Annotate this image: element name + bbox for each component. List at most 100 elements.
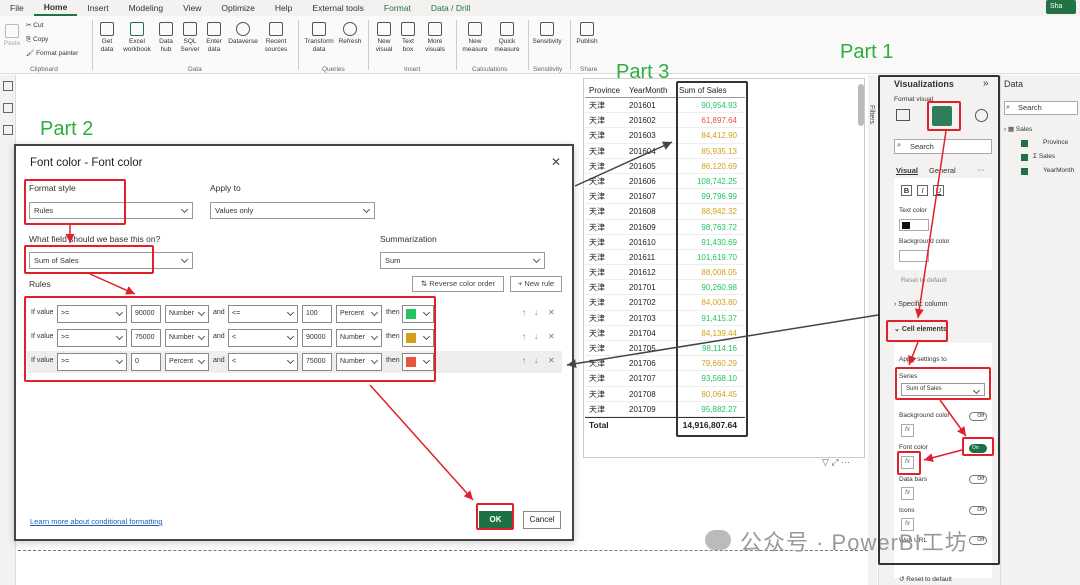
delete-rule-icon[interactable]: ✕ (548, 308, 555, 317)
new-rule-button[interactable]: + New rule (510, 276, 562, 292)
dataverse-button[interactable]: Dataverse (226, 22, 260, 46)
sql-server-button[interactable]: SQL Server (179, 22, 201, 54)
value-1-input[interactable]: 0 (131, 353, 161, 371)
menu-help[interactable]: Help (265, 3, 302, 13)
type-1-select[interactable]: Number (165, 305, 209, 323)
table-row[interactable]: 天津 201706 79,660.29 (585, 356, 745, 372)
menu-data-drill[interactable]: Data / Drill (421, 3, 481, 13)
color-picker[interactable] (402, 329, 434, 347)
checkbox-province[interactable] (1021, 140, 1028, 147)
share-button[interactable]: Sha (1046, 0, 1076, 14)
move-down-icon[interactable]: ↓ (534, 332, 538, 341)
filters-pane-collapsed[interactable]: Filters (868, 75, 877, 585)
type-2-select[interactable]: Number (336, 329, 382, 347)
column-header-yearmonth[interactable]: YearMonth (626, 84, 675, 97)
publish-button[interactable]: Publish (574, 22, 600, 46)
move-up-icon[interactable]: ↑ (522, 332, 526, 341)
reverse-color-order-button[interactable]: ⇅ Reverse color order (412, 276, 504, 292)
value-1-input[interactable]: 90000 (131, 305, 161, 323)
checkbox-yearmonth[interactable] (1021, 168, 1028, 175)
menu-external-tools[interactable]: External tools (302, 3, 374, 13)
table-view-icon[interactable] (3, 103, 13, 113)
reset-bottom-link[interactable]: ↺ Reset to default (899, 575, 952, 583)
table-row[interactable]: 天津 201608 88,942.32 (585, 204, 745, 220)
quick-measure-button[interactable]: Quick measure (492, 22, 522, 54)
menu-file[interactable]: File (0, 3, 34, 13)
analytics-icon[interactable] (975, 109, 988, 122)
table-row[interactable]: 天津 201609 98,763.72 (585, 220, 745, 235)
operator-1-select[interactable]: >= (57, 305, 127, 323)
table-row[interactable]: 天津 201612 88,008.05 (585, 265, 745, 281)
field-province[interactable]: Province (1043, 139, 1068, 146)
operator-1-select[interactable]: >= (57, 329, 127, 347)
viz-search-input[interactable]: Search (894, 139, 992, 154)
summarization-select[interactable]: Sum (380, 252, 545, 269)
type-2-select[interactable]: Number (336, 353, 382, 371)
type-1-select[interactable]: Number (165, 329, 209, 347)
table-row[interactable]: 天津 201703 91,415.37 (585, 311, 745, 326)
recent-sources-button[interactable]: Recent sources (262, 22, 290, 54)
collapse-icon[interactable]: » (983, 78, 989, 89)
delete-rule-icon[interactable]: ✕ (548, 332, 555, 341)
excel-workbook-button[interactable]: Excel workbook (120, 22, 154, 54)
move-down-icon[interactable]: ↓ (534, 308, 538, 317)
text-box-button[interactable]: Text box (398, 22, 418, 54)
color-picker[interactable] (402, 353, 434, 371)
build-visual-icon[interactable] (896, 109, 910, 121)
series-select[interactable]: Sum of Sales (901, 383, 985, 396)
new-visual-button[interactable]: New visual (372, 22, 396, 54)
data-hub-button[interactable]: Data hub (155, 22, 177, 54)
cell-elements-section[interactable]: ⌄ Cell elements (894, 325, 947, 333)
menu-view[interactable]: View (173, 3, 211, 13)
italic-button[interactable]: I (917, 185, 928, 196)
table-row[interactable]: 天津 201704 84,139.44 (585, 326, 745, 341)
close-icon[interactable]: ✕ (551, 155, 561, 169)
cut-button[interactable]: ✂ Cut (26, 22, 43, 30)
operator-1-select[interactable]: >= (57, 353, 127, 371)
table-row[interactable]: 天津 201602 61,897.64 (585, 113, 745, 129)
table-row[interactable]: 天津 201605 86,120.69 (585, 159, 745, 174)
value-2-input[interactable]: 75000 (302, 353, 332, 371)
color-picker[interactable] (402, 305, 434, 323)
font-color-fx-button[interactable]: fx (901, 456, 914, 469)
icons-toggle[interactable]: Off (969, 506, 987, 515)
specific-column-section[interactable]: › Specific column (894, 301, 947, 308)
table-row[interactable]: 天津 201601 90,954.93 (585, 98, 745, 114)
delete-rule-icon[interactable]: ✕ (548, 356, 555, 365)
table-row[interactable]: 天津 201708 80,064.45 (585, 387, 745, 402)
more-options-icon[interactable]: ··· (977, 165, 985, 174)
operator-2-select[interactable]: < (228, 353, 298, 371)
enter-data-button[interactable]: Enter data (203, 22, 225, 54)
text-color-picker[interactable] (899, 219, 929, 231)
table-row[interactable]: 天津 201611 101,619.70 (585, 250, 745, 266)
table-row[interactable]: 天津 201606 108,742.25 (585, 174, 745, 190)
bg-color-toggle[interactable]: Off (969, 412, 987, 421)
operator-2-select[interactable]: <= (228, 305, 298, 323)
table-row[interactable]: 天津 201604 85,935.13 (585, 144, 745, 159)
report-view-icon[interactable] (3, 81, 13, 91)
column-header-sales[interactable]: Sum of Sales (675, 84, 743, 97)
web-url-toggle[interactable]: Off (969, 536, 987, 545)
menu-optimize[interactable]: Optimize (211, 3, 265, 13)
bg-color-fx-button[interactable]: fx (901, 424, 914, 437)
table-scrollbar[interactable] (858, 84, 864, 126)
table-row[interactable]: 天津 201701 90,260.98 (585, 280, 745, 296)
underline-button[interactable]: U (933, 185, 944, 196)
menu-modeling[interactable]: Modeling (119, 3, 174, 13)
field-select[interactable]: Sum of Sales (29, 252, 193, 269)
field-yearmonth[interactable]: YearMonth (1043, 167, 1074, 174)
font-color-toggle[interactable]: On (969, 444, 987, 453)
move-down-icon[interactable]: ↓ (534, 356, 538, 365)
menu-format[interactable]: Format (374, 3, 421, 13)
table-row[interactable]: 天津 201707 93,568.10 (585, 371, 745, 387)
sales-table-node[interactable]: › ▦ Sales (1004, 125, 1032, 133)
background-color-picker[interactable] (899, 250, 929, 262)
value-1-input[interactable]: 75000 (131, 329, 161, 347)
table-row[interactable]: 天津 201610 91,430.69 (585, 235, 745, 250)
table-row[interactable]: 天津 201607 99,796.99 (585, 189, 745, 205)
format-style-select[interactable]: Rules (29, 202, 193, 219)
table-row[interactable]: 天津 201603 84,412.90 (585, 128, 745, 144)
format-painter-button[interactable]: 🖌 Format painter (26, 50, 78, 58)
paste-button[interactable]: Paste (2, 24, 22, 48)
data-search-input[interactable]: Search (1004, 101, 1078, 115)
